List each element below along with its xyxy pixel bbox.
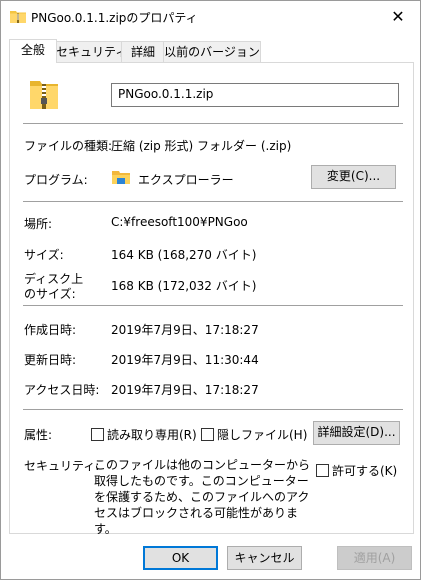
zip-folder-icon xyxy=(10,9,26,26)
hidden-label[interactable]: 隠しファイル(H) xyxy=(217,426,307,443)
hidden-checkbox[interactable] xyxy=(201,428,214,441)
general-panel: PNGoo.0.1.1.zip ファイルの種類: 圧縮 (zip 形式) フォル… xyxy=(9,62,414,536)
file-type-label: ファイルの種類: xyxy=(24,139,113,153)
title-bar: PNGoo.0.1.1.zipのプロパティ ✕ xyxy=(1,1,420,31)
close-button[interactable]: ✕ xyxy=(376,1,420,31)
divider xyxy=(23,305,403,306)
unblock-checkbox[interactable] xyxy=(316,464,329,477)
readonly-checkbox[interactable] xyxy=(91,428,104,441)
apply-button[interactable]: 適用(A) xyxy=(337,546,412,570)
tab-previous-versions[interactable]: 以前のバージョン xyxy=(163,41,261,62)
accessed-value: 2019年7月9日、17:18:27 xyxy=(111,383,259,397)
accessed-label: アクセス日時: xyxy=(24,383,100,397)
tab-details[interactable]: 詳細 xyxy=(121,41,165,62)
cancel-button[interactable]: キャンセル xyxy=(227,546,302,570)
readonly-label[interactable]: 読み取り専用(R) xyxy=(107,426,197,443)
properties-window: PNGoo.0.1.1.zipのプロパティ ✕ 全般 セキュリティ 詳細 以前の… xyxy=(0,0,421,580)
size-on-disk-label-line2: のサイズ: xyxy=(24,287,76,301)
zip-file-icon xyxy=(28,77,60,114)
divider xyxy=(23,409,403,410)
size-on-disk-value: 168 KB (172,032 バイト) xyxy=(111,279,257,293)
tab-general[interactable]: 全般 xyxy=(9,39,57,63)
unblock-label[interactable]: 許可する(K) xyxy=(332,462,397,479)
file-type-value: 圧縮 (zip 形式) フォルダー (.zip) xyxy=(111,139,292,153)
modified-value: 2019年7月9日、11:30:44 xyxy=(111,353,259,367)
created-label: 作成日時: xyxy=(24,323,77,337)
location-value: C:¥freesoft100¥PNGoo xyxy=(111,215,248,229)
tab-security[interactable]: セキュリティ xyxy=(55,41,127,62)
change-program-button[interactable]: 変更(C)... xyxy=(311,165,396,189)
size-value: 164 KB (168,270 バイト) xyxy=(111,248,257,262)
file-name-input[interactable]: PNGoo.0.1.1.zip xyxy=(111,83,399,107)
divider xyxy=(23,201,403,202)
security-message: このファイルは他のコンピューターから取得したものです。このコンピューターを保護す… xyxy=(94,458,311,536)
size-label: サイズ: xyxy=(24,248,64,262)
modified-label: 更新日時: xyxy=(24,353,77,367)
location-label: 場所: xyxy=(24,217,53,231)
created-value: 2019年7月9日、17:18:27 xyxy=(111,323,259,337)
program-label: プログラム: xyxy=(24,173,88,187)
security-label: セキュリティ: xyxy=(24,459,100,473)
window-title: PNGoo.0.1.1.zipのプロパティ xyxy=(31,11,198,25)
explorer-icon xyxy=(111,166,131,189)
advanced-button[interactable]: 詳細設定(D)... xyxy=(313,421,400,445)
ok-button[interactable]: OK xyxy=(143,546,218,570)
program-value: エクスプローラー xyxy=(138,173,234,187)
attributes-label: 属性: xyxy=(24,428,53,442)
divider xyxy=(23,123,403,124)
